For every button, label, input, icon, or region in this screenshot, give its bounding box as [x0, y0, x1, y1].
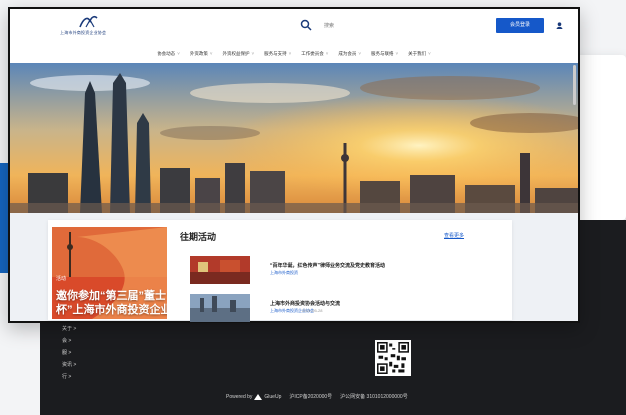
nav-item[interactable]: 关于我们 ˅ [408, 51, 431, 57]
main-nav: 协会动态 ˅ 外资政策 ˅ 外资权益保护 ˅ 服务与支持 ˅ 工作委员会 ˅ 成为会员 ˅ … [10, 43, 578, 65]
footer-link[interactable]: 服 > [62, 348, 142, 360]
event-image [190, 294, 250, 322]
glueup-logo-icon [254, 393, 263, 400]
more-link[interactable]: 查看更多 [444, 232, 464, 239]
powered-by-bar: Powered by GlueUp 沪ICP备2020000号 沪公网安备 31… [226, 393, 496, 400]
event-date: 2021-05-28 [302, 308, 323, 313]
site-logo[interactable]: 上海市外商投资企业协会 [60, 15, 120, 39]
promo-tag: 活动 [56, 276, 67, 282]
promo-title-line2: 杯”上海市外商投资企业 [56, 304, 167, 316]
hero-banner [10, 63, 578, 213]
chevron-down-icon: ˅ [288, 51, 292, 56]
section-title: 往期活动 [180, 232, 217, 242]
police-number[interactable]: 沪公网安备 3101012000000号 [340, 393, 408, 400]
qr-code-icon [377, 342, 409, 374]
powered-brand-name: GlueUp [264, 393, 282, 400]
chevron-down-icon: ˅ [251, 51, 255, 56]
member-login-button[interactable]: 会员登录 [496, 18, 544, 33]
nav-item[interactable]: 工作委员会 ˅ [301, 51, 328, 57]
nav-item[interactable]: 服务与支持 ˅ [264, 51, 291, 57]
event-thumbnail [190, 294, 250, 322]
logo-text: 上海市外商投资企业协会 [60, 30, 107, 35]
logo-mark-icon [79, 15, 98, 28]
chevron-down-icon: ˅ [428, 51, 431, 56]
nav-item[interactable]: 外资政策 ˅ [190, 51, 213, 57]
footer-link[interactable]: 资讯 > [62, 360, 142, 372]
event-title: “百年华诞，红色传声”律师业务交流及党史教育活动 [270, 263, 386, 269]
nav-item[interactable]: 外资权益保护 ˅ [222, 51, 254, 57]
event-thumbnail [190, 256, 250, 284]
search-icon[interactable] [300, 19, 312, 31]
chevron-down-icon: ˅ [177, 51, 180, 56]
site-header: 上海市外商投资企业协会 搜索 会员登录 [10, 9, 578, 43]
footer-link[interactable]: 关于 > [62, 324, 142, 336]
chevron-down-icon: ˅ [358, 51, 362, 56]
nav-item[interactable]: 服务与联络 ˅ [371, 51, 398, 57]
promo-banner[interactable]: 活动 邀你参加“第三届”董士 杯”上海市外商投资企业 [52, 227, 167, 319]
nav-item[interactable]: 成为会员 ˅ [338, 51, 361, 57]
scrollbar[interactable] [573, 65, 576, 105]
event-item[interactable]: 上海市外商投资协会活动与交流 上海市外商投资企业协会 2021-05-28 [190, 294, 490, 324]
event-item[interactable]: “百年华诞，红色传声”律师业务交流及党史教育活动 上海市外商投资 [190, 256, 490, 286]
footer-link-list: 关于 > 会 > 服 > 资讯 > 行 > [62, 324, 142, 384]
event-title: 上海市外商投资协会活动与交流 [270, 301, 341, 307]
footer-link[interactable]: 行 > [62, 372, 142, 384]
powered-by-brand[interactable]: Powered by GlueUp [226, 393, 282, 400]
chevron-down-icon: ˅ [395, 51, 399, 56]
nav-item[interactable]: 协会动态 ˅ [157, 51, 180, 57]
event-image [190, 256, 250, 284]
icp-number[interactable]: 沪ICP备2020000号 [289, 393, 332, 400]
user-icon[interactable] [556, 22, 563, 29]
chevron-down-icon: ˅ [209, 51, 213, 56]
city-skyline-image [10, 63, 578, 213]
powered-prefix: Powered by [226, 393, 253, 400]
event-meta: 上海市外商投资 [270, 270, 298, 275]
footer-link[interactable]: 会 > [62, 336, 142, 348]
search-input[interactable]: 搜索 [324, 22, 334, 29]
chevron-down-icon: ˅ [325, 51, 329, 56]
qr-code [375, 340, 411, 376]
